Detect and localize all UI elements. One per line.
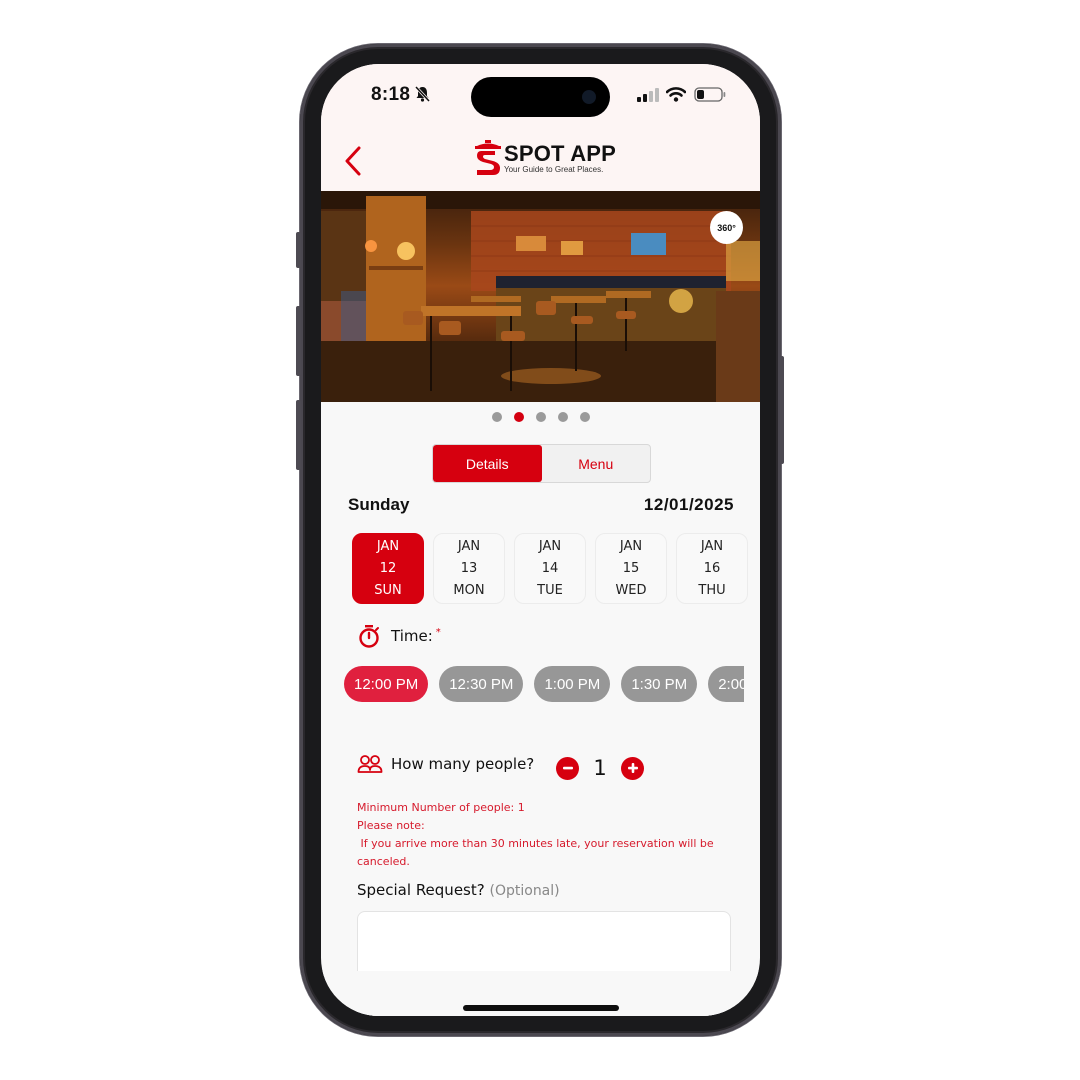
date-day: 12 — [379, 560, 397, 576]
360-label: 360° — [717, 222, 736, 233]
special-request-label-text: Special Request? — [357, 881, 485, 899]
carousel-dot-1[interactable] — [491, 412, 502, 422]
date-picker: JAN 12 SUN JAN 13 MON JAN 14 TUE JAN 15 … — [352, 533, 752, 605]
360-view-button[interactable]: 360° — [710, 211, 743, 244]
selected-day-name: Sunday — [348, 495, 410, 514]
header-bar: 8:18 SPOT APP Your Guide to Great Places… — [321, 64, 760, 191]
minus-icon — [562, 766, 573, 770]
date-chip-jan-14[interactable]: JAN 14 TUE — [514, 533, 586, 604]
people-icon — [357, 755, 383, 773]
battery-low-icon — [694, 87, 726, 102]
date-day: 16 — [703, 560, 721, 576]
date-weekday: MON — [453, 582, 485, 598]
carousel-dot-5[interactable] — [579, 412, 590, 422]
time-section-label: Time: * — [357, 624, 441, 648]
date-chip-jan-13[interactable]: JAN 13 MON — [433, 533, 505, 604]
details-menu-tabs: Details Menu — [432, 444, 651, 483]
logo-tagline: Your Guide to Great Places. — [504, 164, 604, 174]
carousel-dot-2[interactable] — [513, 412, 524, 422]
minimum-people-note: Minimum Number of people: 1 — [357, 801, 525, 814]
date-chip-jan-16[interactable]: JAN 16 THU — [676, 533, 748, 604]
date-day: 14 — [541, 560, 559, 576]
time-slot-list: 12:00 PM 12:30 PM 1:00 PM 1:30 PM 2:00 P… — [344, 666, 744, 702]
date-day: 13 — [460, 560, 478, 576]
selected-date: 12/01/2025 — [643, 495, 734, 514]
late-policy-note: If you arrive more than 30 minutes late,… — [357, 837, 718, 868]
date-weekday: WED — [615, 582, 647, 598]
tab-details[interactable]: Details — [433, 445, 542, 482]
decrease-people-button[interactable] — [556, 756, 579, 780]
people-stepper: 1 — [556, 756, 644, 780]
power-button — [780, 356, 784, 464]
date-chip-jan-15[interactable]: JAN 15 WED — [595, 533, 667, 604]
action-button — [296, 232, 301, 268]
app-logo: SPOT APP Your Guide to Great Places. — [475, 140, 616, 176]
time-label: Time: * — [391, 627, 441, 645]
date-chip-jan-12[interactable]: JAN 12 SUN — [352, 533, 424, 604]
logo-title: SPOT APP — [504, 140, 617, 166]
dynamic-island — [471, 77, 610, 117]
optional-hint: (Optional) — [489, 883, 560, 899]
wifi-icon — [666, 87, 686, 102]
required-mark: * — [435, 627, 441, 638]
carousel-dot-4[interactable] — [557, 412, 568, 422]
tab-menu[interactable]: Menu — [542, 445, 651, 482]
please-note-heading: Please note: — [357, 819, 425, 832]
volume-down-button — [296, 400, 301, 470]
date-month: JAN — [376, 539, 400, 555]
time-slot-130[interactable]: 1:30 PM — [621, 666, 698, 702]
back-button[interactable] — [341, 144, 367, 178]
date-month: JAN — [457, 539, 481, 555]
carousel-dots — [321, 412, 760, 422]
time-slot-1230[interactable]: 12:30 PM — [439, 666, 524, 702]
people-count: 1 — [593, 756, 607, 780]
date-day: 15 — [622, 560, 640, 576]
status-time: 8:18 — [371, 84, 411, 105]
increase-people-button[interactable] — [621, 756, 644, 780]
volume-up-button — [296, 306, 301, 376]
time-label-text: Time: — [391, 627, 433, 645]
date-weekday: THU — [698, 582, 726, 598]
plus-icon — [627, 763, 638, 773]
venue-photo[interactable]: 360° — [321, 191, 760, 402]
date-weekday: SUN — [374, 582, 402, 598]
phone-screen: 8:18 SPOT APP Your Guide to Great Places… — [321, 64, 760, 1016]
special-request-label: Special Request? (Optional) — [357, 881, 560, 899]
date-month: JAN — [700, 539, 724, 555]
people-section-label: How many people? — [357, 754, 534, 774]
date-weekday: TUE — [537, 582, 563, 598]
carousel-dot-3[interactable] — [535, 412, 546, 422]
stopwatch-icon — [359, 625, 379, 648]
home-indicator[interactable] — [463, 1005, 619, 1011]
reservation-notes: Minimum Number of people: 1 Please note:… — [357, 799, 737, 871]
camera-icon — [582, 90, 596, 104]
people-label: How many people? — [391, 755, 535, 773]
time-slot-100[interactable]: 1:00 PM — [534, 666, 611, 702]
bar-interior-illustration — [321, 191, 760, 402]
time-slot-1200[interactable]: 12:00 PM — [344, 666, 429, 702]
cellular-signal-icon — [637, 88, 659, 102]
pot-s-logo-icon — [475, 140, 501, 175]
date-month: JAN — [538, 539, 562, 555]
time-slot-200[interactable]: 2:00 PM — [708, 666, 744, 702]
date-month: JAN — [619, 539, 643, 555]
bell-muted-icon — [414, 85, 431, 103]
